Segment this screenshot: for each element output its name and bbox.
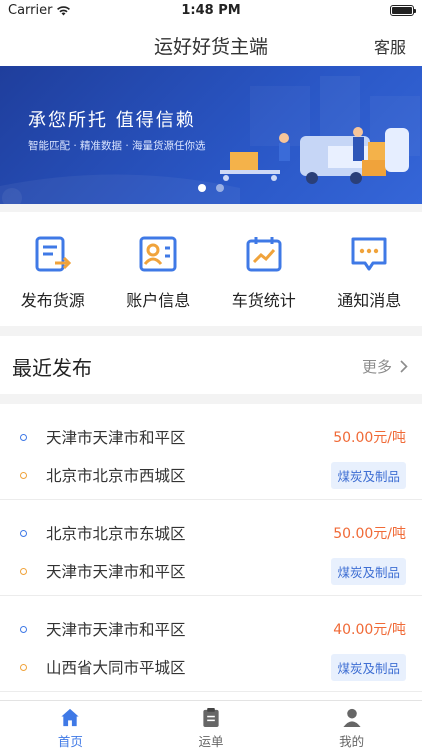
recent-title: 最近发布 — [12, 356, 92, 380]
destination-address: 天津市天津市和平区 — [46, 563, 186, 581]
destination-dot-icon — [20, 567, 27, 575]
waybill-icon — [203, 707, 219, 728]
menu-item-account[interactable]: 账户信息 — [106, 212, 212, 326]
destination-address: 北京市北京市西城区 — [46, 467, 186, 485]
publish-icon — [35, 236, 71, 272]
cargo-type-badge: 煤炭及制品 — [331, 461, 406, 489]
home-icon — [61, 708, 79, 727]
origin-dot-icon — [20, 433, 27, 441]
menu-label-publish: 发布货源 — [20, 291, 85, 310]
tab-label-home: 首页 — [57, 734, 83, 749]
chevron-right-icon — [400, 360, 408, 373]
origin-dot-icon — [20, 529, 27, 537]
tab-profile[interactable]: 我的 — [281, 701, 422, 750]
tab-waybill[interactable]: 运单 — [141, 701, 282, 750]
tab-bar: 首页 运单 我的 — [0, 700, 422, 750]
shipment-card[interactable]: 天津市天津市和平区 40.00元/吨 山西省大同市平城区 煤炭及制品 — [0, 596, 422, 692]
tab-label-waybill: 运单 — [198, 734, 224, 749]
origin-dot-icon — [20, 625, 27, 633]
tab-home[interactable]: 首页 — [0, 701, 141, 750]
origin-address: 天津市天津市和平区 — [46, 621, 186, 639]
recent-header: 最近发布 更多 — [0, 336, 422, 394]
message-icon — [351, 237, 387, 271]
menu-item-messages[interactable]: 通知消息 — [317, 212, 422, 326]
cargo-type-badge: 煤炭及制品 — [331, 557, 406, 585]
profile-icon — [343, 708, 361, 728]
menu-label-account: 账户信息 — [126, 291, 191, 310]
destination-dot-icon — [20, 663, 27, 671]
status-time: 1:48 PM — [181, 3, 241, 18]
menu-item-stats[interactable]: 车货统计 — [211, 212, 317, 326]
shipment-list: 天津市天津市和平区 50.00元/吨 北京市北京市西城区 煤炭及制品 北京市北京… — [0, 404, 422, 700]
more-label: 更多 — [361, 358, 392, 376]
origin-address: 北京市北京市东城区 — [46, 525, 186, 543]
quick-menu: 发布货源 账户信息 车货统计 通知消息 — [0, 212, 422, 326]
shipment-card[interactable]: 北京市北京市东城区 50.00元/吨 天津市天津市和平区 煤炭及制品 — [0, 500, 422, 596]
destination-address: 山西省大同市平城区 — [46, 659, 186, 677]
carousel-dot-active[interactable] — [198, 184, 206, 192]
stats-icon — [246, 237, 282, 272]
price-label: 50.00元/吨 — [333, 430, 406, 446]
menu-label-stats: 车货统计 — [231, 291, 296, 310]
carousel-dots — [0, 184, 422, 192]
customer-service-button[interactable]: 客服 — [374, 34, 406, 58]
price-label: 40.00元/吨 — [333, 622, 406, 638]
cargo-type-badge: 煤炭及制品 — [331, 653, 406, 681]
logistics-illustration — [220, 127, 409, 184]
status-bar: Carrier 1:48 PM — [0, 0, 422, 22]
price-label: 50.00元/吨 — [333, 526, 406, 542]
banner-carousel[interactable]: 承您所托 值得信赖 智能匹配 · 精准数据 · 海量货源任你选 — [0, 66, 422, 204]
page-title: 运好好货主端 — [153, 36, 268, 58]
menu-item-publish[interactable]: 发布货源 — [0, 212, 106, 326]
origin-address: 天津市天津市和平区 — [46, 429, 186, 447]
shipment-card[interactable]: 天津市天津市和平区 50.00元/吨 北京市北京市西城区 煤炭及制品 — [0, 404, 422, 500]
carousel-dot[interactable] — [216, 184, 224, 192]
nav-bar: 运好好货主端 客服 — [0, 22, 422, 66]
destination-dot-icon — [20, 471, 27, 479]
menu-label-messages: 通知消息 — [337, 291, 402, 310]
banner-title: 承您所托 值得信赖 — [28, 110, 196, 131]
account-icon — [139, 236, 177, 272]
more-button[interactable]: 更多 — [362, 356, 408, 377]
banner-subtitle: 智能匹配 · 精准数据 · 海量货源任你选 — [28, 140, 206, 152]
tab-label-profile: 我的 — [339, 734, 365, 749]
battery-icon — [390, 5, 416, 16]
